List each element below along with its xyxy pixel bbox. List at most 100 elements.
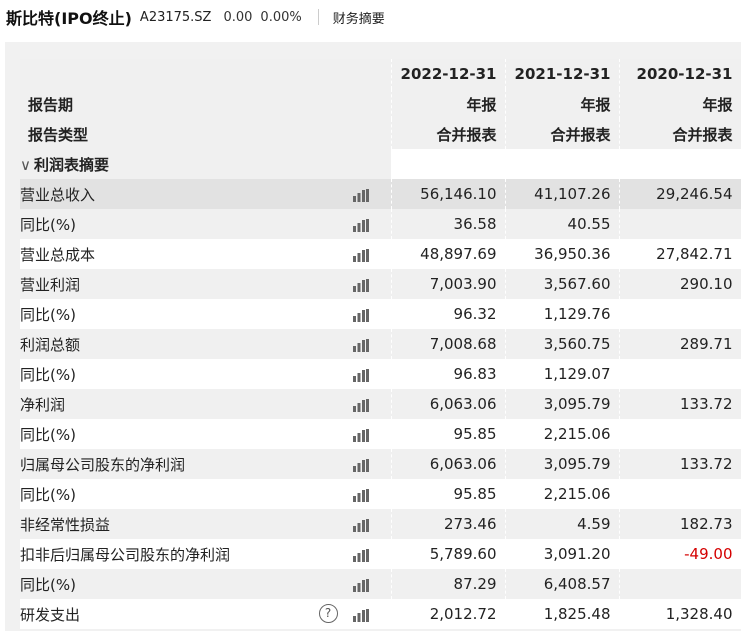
row-label-cell: 营业总成本 bbox=[20, 239, 392, 269]
table-row: 营业总成本 48,897.69 36,950.36 27,842.71 bbox=[20, 239, 741, 269]
value-cell: 6,063.06 bbox=[391, 389, 506, 419]
value-cell: 40.55 bbox=[505, 209, 620, 239]
table-row: 营业利润 7,003.90 3,567.60 290.10 bbox=[20, 269, 741, 299]
row-label-cell: 同比(%) bbox=[20, 299, 392, 329]
value-cell: 1,129.07 bbox=[505, 359, 620, 389]
table-row: 同比(%) 87.29 6,408.57 bbox=[20, 569, 741, 599]
tab-financial-summary[interactable]: 财务摘要 bbox=[333, 8, 385, 27]
value-cell: 48,897.69 bbox=[391, 239, 506, 269]
table-row: 利润总额 7,008.68 3,560.75 289.71 bbox=[20, 329, 741, 359]
value-cell bbox=[619, 359, 741, 389]
table-row: 同比(%) 96.83 1,129.07 bbox=[20, 359, 741, 389]
header-row-report-type: 报告类型 合并报表 合并报表 合并报表 bbox=[20, 119, 741, 149]
value-cell: 27,842.71 bbox=[619, 239, 741, 269]
row-label: 归属母公司股东的净利润 bbox=[20, 455, 186, 474]
value-cell: -49.00 bbox=[619, 539, 741, 569]
bar-chart-icon[interactable] bbox=[352, 398, 369, 412]
row-label-cell: 同比(%) bbox=[20, 419, 392, 449]
bar-chart-icon[interactable] bbox=[352, 578, 369, 592]
table-row: 净利润 6,063.06 3,095.79 133.72 bbox=[20, 389, 741, 419]
column-header-date[interactable]: 2021-12-31 bbox=[505, 59, 620, 89]
row-label: 同比(%) bbox=[20, 215, 76, 234]
bar-chart-icon[interactable] bbox=[352, 278, 369, 292]
bar-chart-icon[interactable] bbox=[352, 458, 369, 472]
bar-chart-icon[interactable] bbox=[352, 218, 369, 232]
bar-chart-icon[interactable] bbox=[352, 608, 369, 622]
row-label-cell: 利润总额 bbox=[20, 329, 392, 359]
row-label: 同比(%) bbox=[20, 365, 76, 384]
row-label-cell: 非经常性损益 bbox=[20, 509, 392, 539]
value-cell: 29,246.54 bbox=[619, 179, 741, 209]
value-cell: 6,063.06 bbox=[391, 449, 506, 479]
row-label: 营业总成本 bbox=[20, 245, 96, 264]
bar-chart-icon[interactable] bbox=[352, 488, 369, 502]
bar-chart-icon[interactable] bbox=[352, 428, 369, 442]
row-label: 非经常性损益 bbox=[20, 515, 111, 534]
value-cell: 3,095.79 bbox=[505, 389, 620, 419]
value-cell: 5,789.60 bbox=[391, 539, 506, 569]
report-type: 合并报表 bbox=[505, 119, 620, 149]
bar-chart-icon[interactable] bbox=[352, 368, 369, 382]
table-row: 扣非后归属母公司股东的净利润 5,789.60 3,091.20 -49.00 bbox=[20, 539, 741, 569]
value-cell bbox=[619, 299, 741, 329]
bar-chart-icon[interactable] bbox=[352, 518, 369, 532]
row-label: 研发支出 bbox=[20, 605, 81, 624]
value-cell: 1,328.40 bbox=[619, 599, 741, 629]
table-row: 非经常性损益 273.46 4.59 182.73 bbox=[20, 509, 741, 539]
value-cell: 6,408.57 bbox=[505, 569, 620, 599]
value-cell bbox=[619, 209, 741, 239]
column-header-date[interactable]: 2020-12-31 bbox=[619, 59, 741, 89]
divider bbox=[317, 9, 319, 25]
bar-chart-icon[interactable] bbox=[352, 188, 369, 202]
value-cell: 3,567.60 bbox=[505, 269, 620, 299]
row-label-cell: 同比(%) bbox=[20, 569, 392, 599]
chevron-down-icon[interactable]: ∨ bbox=[20, 156, 34, 174]
value-cell: 87.29 bbox=[391, 569, 506, 599]
value-cell: 133.72 bbox=[619, 389, 741, 419]
table-row: 同比(%) 36.58 40.55 bbox=[20, 209, 741, 239]
bar-chart-icon[interactable] bbox=[352, 308, 369, 322]
header-row-report-period: 报告期 年报 年报 年报 bbox=[20, 89, 741, 119]
row-label: 净利润 bbox=[20, 395, 66, 414]
value-cell: 36.58 bbox=[391, 209, 506, 239]
bar-chart-icon[interactable] bbox=[352, 548, 369, 562]
report-type: 合并报表 bbox=[391, 119, 506, 149]
value-cell: 7,003.90 bbox=[391, 269, 506, 299]
row-label: 利润总额 bbox=[20, 335, 81, 354]
section-header[interactable]: ∨ 利润表摘要 bbox=[20, 149, 392, 179]
column-header-date[interactable]: 2022-12-31 bbox=[391, 59, 506, 89]
header-row-period-dates: 2022-12-31 2021-12-31 2020-12-31 bbox=[20, 59, 741, 89]
value-cell: 3,091.20 bbox=[505, 539, 620, 569]
row-label-cell: 净利润 bbox=[20, 389, 392, 419]
value-cell: 41,107.26 bbox=[505, 179, 620, 209]
bar-chart-icon[interactable] bbox=[352, 338, 369, 352]
report-period-label: 报告期 bbox=[20, 89, 392, 119]
row-label: 扣非后归属母公司股东的净利润 bbox=[20, 545, 231, 564]
table-row: 同比(%) 95.85 2,215.06 bbox=[20, 419, 741, 449]
value-cell: 36,950.36 bbox=[505, 239, 620, 269]
row-label-cell: 同比(%) bbox=[20, 359, 392, 389]
report-type-label: 报告类型 bbox=[20, 119, 392, 149]
row-label: 同比(%) bbox=[20, 425, 76, 444]
table-row: 同比(%) 95.85 2,215.06 bbox=[20, 479, 741, 509]
bar-chart-icon[interactable] bbox=[352, 248, 369, 262]
value-cell: 2,215.06 bbox=[505, 479, 620, 509]
financial-table: 2022-12-31 2021-12-31 2020-12-31 报告期 年报 … bbox=[20, 59, 741, 629]
row-label-cell: 同比(%) bbox=[20, 479, 392, 509]
value-cell: 3,095.79 bbox=[505, 449, 620, 479]
top-bar: 斯比特(IPO终止) A23175.SZ 0.00 0.00% 财务摘要 bbox=[0, 0, 741, 34]
row-label: 同比(%) bbox=[20, 485, 76, 504]
section-title: 利润表摘要 bbox=[34, 155, 110, 174]
row-label-cell: 同比(%) bbox=[20, 209, 392, 239]
section-row-income-statement[interactable]: ∨ 利润表摘要 bbox=[20, 149, 741, 179]
value-cell: 95.85 bbox=[391, 479, 506, 509]
help-icon[interactable]: ? bbox=[318, 604, 338, 623]
value-cell: 182.73 bbox=[619, 509, 741, 539]
row-label-cell: 营业利润 bbox=[20, 269, 392, 299]
value-cell: 95.85 bbox=[391, 419, 506, 449]
report-kind: 年报 bbox=[619, 89, 741, 119]
stock-code: A23175.SZ bbox=[139, 9, 212, 25]
stock-name: 斯比特(IPO终止) bbox=[6, 9, 132, 28]
value-cell: 1,825.48 bbox=[505, 599, 620, 629]
value-cell: 56,146.10 bbox=[391, 179, 506, 209]
